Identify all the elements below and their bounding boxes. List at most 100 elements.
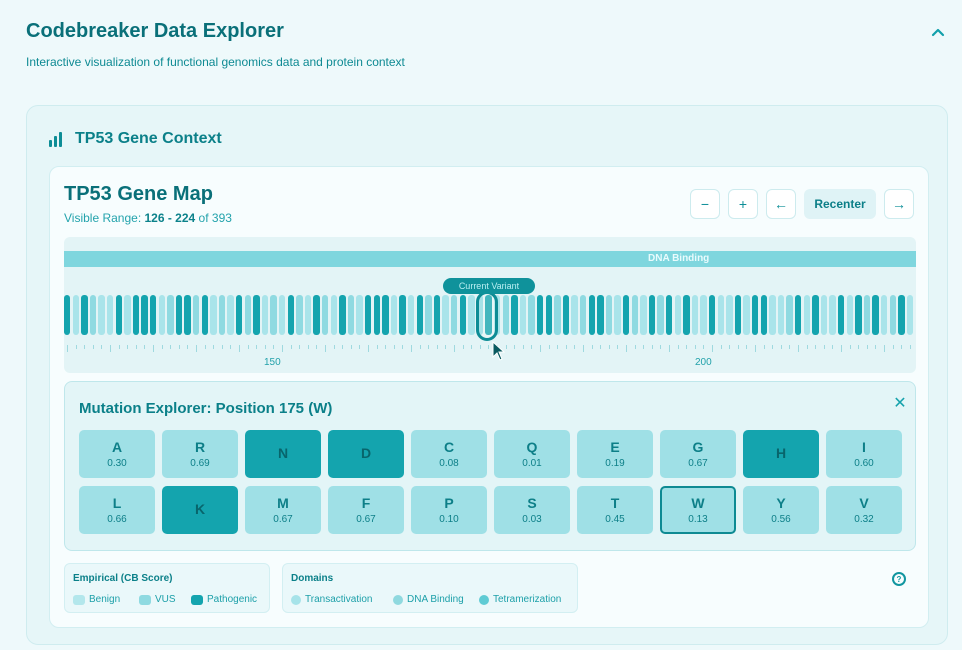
variant-cell-p[interactable]: P 0.10 xyxy=(411,486,487,534)
residue-bar[interactable] xyxy=(863,295,871,335)
residue-bar[interactable] xyxy=(571,295,578,335)
residue-bar[interactable] xyxy=(322,295,329,335)
residue-bar[interactable] xyxy=(261,295,269,335)
variant-cell-g[interactable]: G 0.67 xyxy=(660,430,736,478)
zoom-out-button[interactable]: − xyxy=(690,189,720,219)
residue-bar[interactable] xyxy=(210,295,217,335)
variant-cell-e[interactable]: E 0.19 xyxy=(577,430,653,478)
residue-bar[interactable] xyxy=(545,295,552,335)
residue-bar[interactable] xyxy=(150,295,157,335)
residue-bar[interactable] xyxy=(218,295,226,335)
residue-bar[interactable] xyxy=(588,295,595,335)
current-variant-marker[interactable] xyxy=(476,291,498,341)
residue-bar[interactable] xyxy=(356,295,363,335)
residue-bar[interactable] xyxy=(365,295,372,335)
variant-cell-i[interactable]: I 0.60 xyxy=(826,430,902,478)
residue-bar[interactable] xyxy=(408,295,415,335)
residue-bar[interactable] xyxy=(502,295,509,335)
residue-bar[interactable] xyxy=(287,295,294,335)
variant-cell-t[interactable]: T 0.45 xyxy=(577,486,653,534)
residue-bar[interactable] xyxy=(709,295,716,335)
residue-bar[interactable] xyxy=(657,295,664,335)
variant-cell-q[interactable]: Q 0.01 xyxy=(494,430,570,478)
residue-bar[interactable] xyxy=(846,295,853,335)
residue-bar[interactable] xyxy=(674,295,681,335)
residue-bar[interactable] xyxy=(760,295,767,335)
variant-cell-n[interactable]: N xyxy=(245,430,321,478)
residue-bar[interactable] xyxy=(691,295,699,335)
residue-bar[interactable] xyxy=(313,295,320,335)
residue-bar[interactable] xyxy=(743,295,750,335)
residue-bar[interactable] xyxy=(838,295,845,335)
residue-bar[interactable] xyxy=(898,295,905,335)
residue-bar[interactable] xyxy=(451,295,458,335)
residue-bar[interactable] xyxy=(390,295,398,335)
residue-bar[interactable] xyxy=(519,295,527,335)
variant-cell-h[interactable]: H xyxy=(743,430,819,478)
variant-cell-a[interactable]: A 0.30 xyxy=(79,430,155,478)
residue-bar[interactable] xyxy=(167,295,174,335)
collapse-button[interactable] xyxy=(926,22,950,42)
residue-bar[interactable] xyxy=(132,295,140,335)
domain-dna-binding[interactable]: DNA Binding xyxy=(64,251,916,267)
variant-cell-f[interactable]: F 0.67 xyxy=(328,486,404,534)
residue-bar[interactable] xyxy=(580,295,587,335)
residue-bar[interactable] xyxy=(812,295,819,335)
variant-cell-c[interactable]: C 0.08 xyxy=(411,430,487,478)
residue-bar[interactable] xyxy=(64,295,71,335)
residue-bar[interactable] xyxy=(201,295,208,335)
variant-cell-w[interactable]: W 0.13 xyxy=(660,486,736,534)
residue-bar[interactable] xyxy=(528,295,535,335)
pan-right-button[interactable]: → xyxy=(884,189,914,219)
residue-bar[interactable] xyxy=(330,295,337,335)
residue-bar[interactable] xyxy=(141,295,148,335)
variant-cell-l[interactable]: L 0.66 xyxy=(79,486,155,534)
variant-cell-r[interactable]: R 0.69 xyxy=(162,430,238,478)
variant-cell-y[interactable]: Y 0.56 xyxy=(743,486,819,534)
residue-bar[interactable] xyxy=(554,295,561,335)
residue-bar[interactable] xyxy=(244,295,251,335)
residue-bar[interactable] xyxy=(184,295,191,335)
residue-bar[interactable] xyxy=(227,295,234,335)
variant-cell-k[interactable]: K xyxy=(162,486,238,534)
residue-bar[interactable] xyxy=(339,295,346,335)
residue-bar[interactable] xyxy=(382,295,389,335)
variant-cell-v[interactable]: V 0.32 xyxy=(826,486,902,534)
residue-bar[interactable] xyxy=(399,295,406,335)
residue-bar[interactable] xyxy=(855,295,862,335)
variant-cell-s[interactable]: S 0.03 xyxy=(494,486,570,534)
residue-bar[interactable] xyxy=(829,295,836,335)
residue-bar[interactable] xyxy=(889,295,896,335)
residue-bar[interactable] xyxy=(236,295,243,335)
residue-bar[interactable] xyxy=(640,295,647,335)
residue-bar[interactable] xyxy=(115,295,122,335)
residue-bar[interactable] xyxy=(734,295,742,335)
residue-bar[interactable] xyxy=(98,295,105,335)
residue-bar[interactable] xyxy=(468,295,475,335)
residue-bar[interactable] xyxy=(752,295,759,335)
residue-bar[interactable] xyxy=(347,295,355,335)
residue-bar[interactable] xyxy=(623,295,630,335)
residue-bar[interactable] xyxy=(777,295,785,335)
pan-left-button[interactable]: ← xyxy=(766,189,796,219)
residue-bar[interactable] xyxy=(597,295,604,335)
residue-bar[interactable] xyxy=(906,295,914,335)
residue-bar[interactable] xyxy=(81,295,88,335)
residue-bar[interactable] xyxy=(193,295,200,335)
residue-bar[interactable] xyxy=(700,295,707,335)
residue-bar[interactable] xyxy=(459,295,466,335)
variant-cell-d[interactable]: D xyxy=(328,430,404,478)
residue-bar[interactable] xyxy=(786,295,793,335)
variant-cell-m[interactable]: M 0.67 xyxy=(245,486,321,534)
close-icon[interactable]: ✕ xyxy=(891,394,909,412)
residue-bar[interactable] xyxy=(416,295,423,335)
residue-bar[interactable] xyxy=(537,295,544,335)
residue-bar[interactable] xyxy=(107,295,114,335)
residue-bar[interactable] xyxy=(433,295,441,335)
residue-bar[interactable] xyxy=(769,295,776,335)
residue-bar[interactable] xyxy=(631,295,638,335)
residue-bar[interactable] xyxy=(124,295,131,335)
residue-bar[interactable] xyxy=(605,295,613,335)
residue-bar[interactable] xyxy=(89,295,97,335)
residue-bar[interactable] xyxy=(253,295,260,335)
